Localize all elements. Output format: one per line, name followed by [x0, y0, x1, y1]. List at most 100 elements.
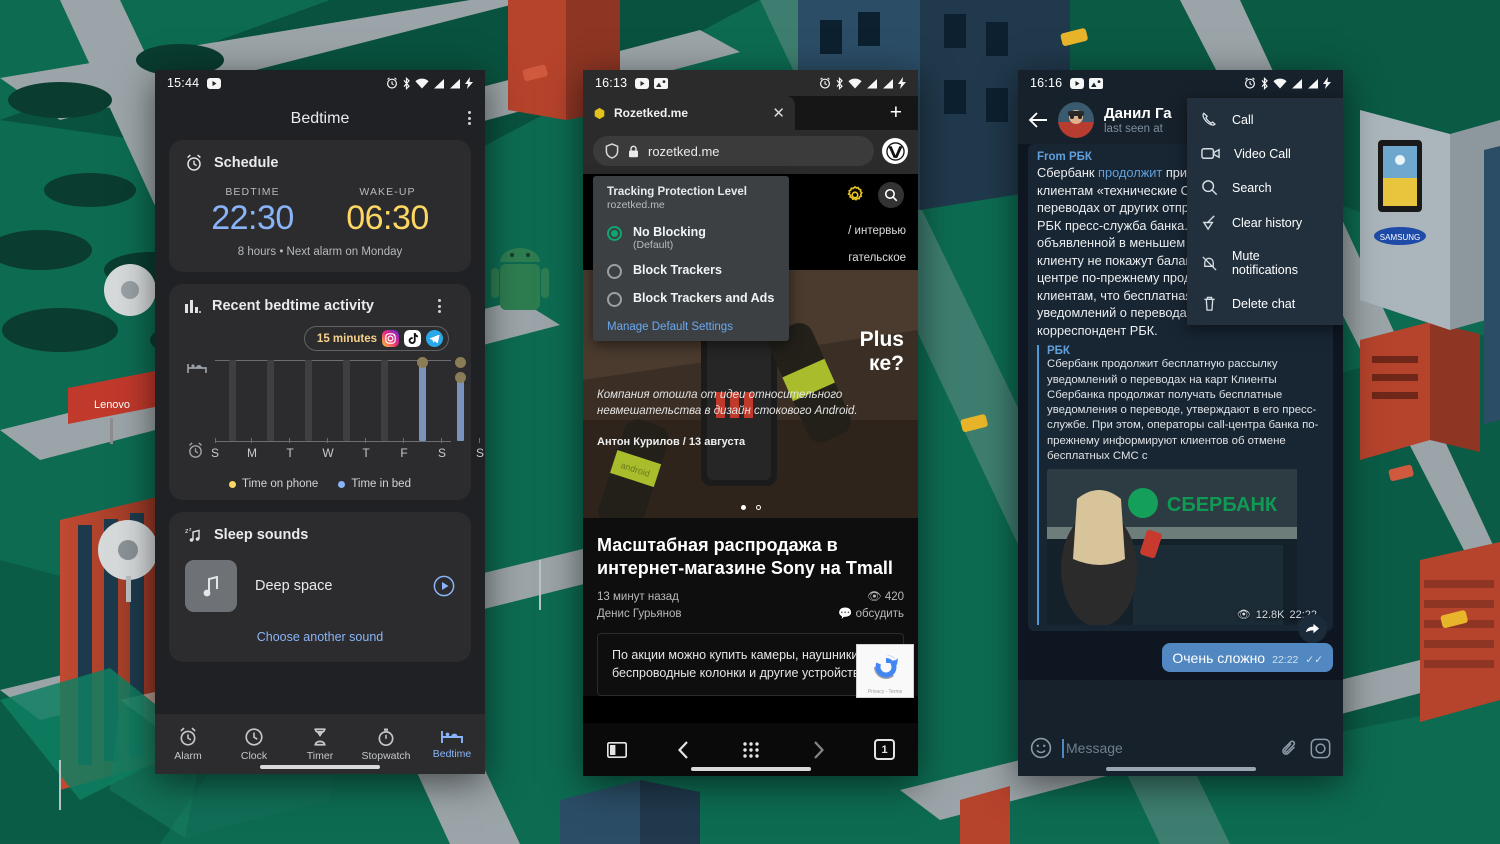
mute-bell-icon [1202, 255, 1217, 271]
avatar[interactable] [1058, 102, 1094, 138]
choose-another-sound-link[interactable]: Choose another sound [185, 630, 455, 644]
option-no-blocking[interactable]: No Blocking (Default) [593, 219, 789, 257]
menu-item-clear-history[interactable]: Clear history [1187, 205, 1343, 240]
menu-item-delete-chat[interactable]: Delete chat [1187, 286, 1343, 321]
vivaldi-icon[interactable] [882, 138, 908, 164]
url-input[interactable]: rozetked.me [593, 136, 874, 166]
sound-thumbnail [185, 560, 237, 612]
legend-label: Time in bed [351, 478, 411, 490]
wifi-icon [1273, 78, 1287, 88]
carousel-dots[interactable] [740, 505, 761, 510]
nav-item-bedtime[interactable]: Bedtime [419, 729, 485, 760]
article-comments[interactable]: 💬 обсудить [838, 606, 904, 623]
overflow-menu-button[interactable] [468, 111, 471, 125]
paperclip-icon[interactable] [1280, 738, 1300, 758]
menu-item-video-call[interactable]: Video Call [1187, 137, 1343, 170]
article-headline: Масштабная распродажа в интернет-магазин… [597, 535, 893, 578]
camera-icon[interactable] [1310, 738, 1331, 759]
tab-count: 1 [874, 739, 895, 760]
bedtime-chart: 15 minutes S M T W T F S S [185, 326, 484, 476]
menu-label: Clear history [1232, 215, 1303, 230]
menu-item-search[interactable]: Search [1187, 170, 1343, 205]
statusbar-left: 15:44 [155, 70, 485, 96]
radio-icon[interactable] [607, 292, 622, 308]
chart-phone-dot [455, 357, 466, 368]
chart-tick [251, 438, 252, 443]
back-button[interactable] [650, 740, 717, 760]
site-search-button[interactable] [878, 182, 904, 208]
chart-gridline [215, 360, 451, 361]
menu-item-call[interactable]: Call [1187, 102, 1343, 137]
forward-button[interactable] [784, 740, 851, 760]
wakeup-column[interactable]: WAKE-UP 06:30 [320, 186, 455, 238]
nav-item-stopwatch[interactable]: Stopwatch [353, 727, 419, 762]
chart-x-label: M [247, 446, 257, 460]
charging-icon [1323, 77, 1331, 89]
browser-urlbar-row: rozetked.me [583, 130, 918, 174]
bedtime-label: BEDTIME [225, 186, 280, 198]
option-block-trackers-ads[interactable]: Block Trackers and Ads [593, 285, 789, 313]
panel-button[interactable] [583, 741, 650, 758]
menu-label: Video Call [1234, 146, 1291, 161]
chart-bar-inactive [381, 360, 388, 441]
telegram-overflow-menu: Call Video Call Search Clear history Mut… [1187, 98, 1343, 325]
gesture-home-bar[interactable] [690, 767, 811, 771]
message-placeholder: Message [1066, 740, 1123, 756]
shield-icon[interactable] [605, 143, 619, 159]
option-sublabel: (Default) [633, 239, 674, 252]
screenshot-icon [654, 77, 669, 89]
lock-icon [629, 145, 638, 157]
status-time: 16:16 [1030, 76, 1063, 90]
carousel-dot[interactable] [755, 505, 761, 510]
trash-icon [1204, 296, 1215, 311]
signal-icon [450, 78, 460, 88]
svg-text:z: z [189, 527, 192, 533]
message-input[interactable]: Message [1062, 738, 1270, 758]
bedtime-column[interactable]: BEDTIME 22:30 [185, 186, 320, 238]
photo-sign-text: СБЕРБАНК [1167, 494, 1278, 516]
svg-text:Lenovo: Lenovo [94, 399, 130, 411]
bar-chart-icon [185, 300, 201, 313]
recaptcha-badge[interactable]: Privacy - Terms [856, 644, 914, 698]
back-arrow-icon[interactable] [1028, 111, 1048, 129]
chart-x-label: T [286, 446, 294, 460]
bluetooth-icon [836, 76, 843, 90]
radio-selected-icon[interactable] [607, 226, 622, 241]
chart-phone-dot [455, 372, 466, 383]
browser-tab[interactable]: Rozetked.me ✕ [583, 96, 795, 130]
status-time: 16:13 [595, 76, 628, 90]
signal-icon [1308, 78, 1318, 88]
message-outgoing[interactable]: Очень сложно 22:22 ✓✓ [1162, 643, 1333, 673]
message-link[interactable]: продолжит [1098, 165, 1162, 180]
quote-body: Сбербанк продолжит бесплатную рассылку у… [1047, 358, 1319, 462]
carousel-dot-active[interactable] [740, 505, 746, 510]
gesture-home-bar[interactable] [1105, 767, 1256, 771]
url-text: rozetked.me [648, 143, 720, 159]
legend-dot [338, 480, 346, 488]
schedule-summary: 8 hours • Next alarm on Monday [237, 246, 403, 258]
radio-icon[interactable] [607, 264, 622, 280]
new-tab-button[interactable]: + [874, 96, 918, 130]
grid-icon [742, 741, 759, 758]
chart-tick [327, 438, 328, 443]
nav-item-timer[interactable]: Timer [287, 727, 353, 762]
nav-item-alarm[interactable]: Alarm [155, 727, 221, 762]
bedtime-value: 22:30 [211, 199, 294, 237]
chart-x-label: W [322, 446, 334, 460]
play-button[interactable] [433, 575, 455, 597]
message-quote[interactable]: РБК Сбербанк продолжит бесплатную рассыл… [1037, 345, 1324, 626]
close-icon[interactable]: ✕ [772, 106, 785, 121]
message-photo[interactable]: СБЕРБАНК 👁 12.8K 22:22 [1047, 469, 1324, 626]
emoji-icon[interactable] [1030, 737, 1052, 759]
activity-overflow-button[interactable] [438, 299, 441, 313]
gear-icon[interactable] [844, 184, 866, 206]
menu-item-mute-notifications[interactable]: Mute notifications [1187, 240, 1343, 286]
tab-switcher-button[interactable]: 1 [851, 739, 918, 760]
option-block-trackers[interactable]: Block Trackers [593, 257, 789, 285]
nav-item-clock[interactable]: Clock [221, 727, 287, 762]
apps-button[interactable] [717, 741, 784, 759]
manage-default-settings-link[interactable]: Manage Default Settings [593, 313, 789, 333]
alarm-icon [180, 727, 196, 746]
phone-icon [1202, 112, 1216, 126]
gesture-home-bar[interactable] [260, 765, 380, 769]
